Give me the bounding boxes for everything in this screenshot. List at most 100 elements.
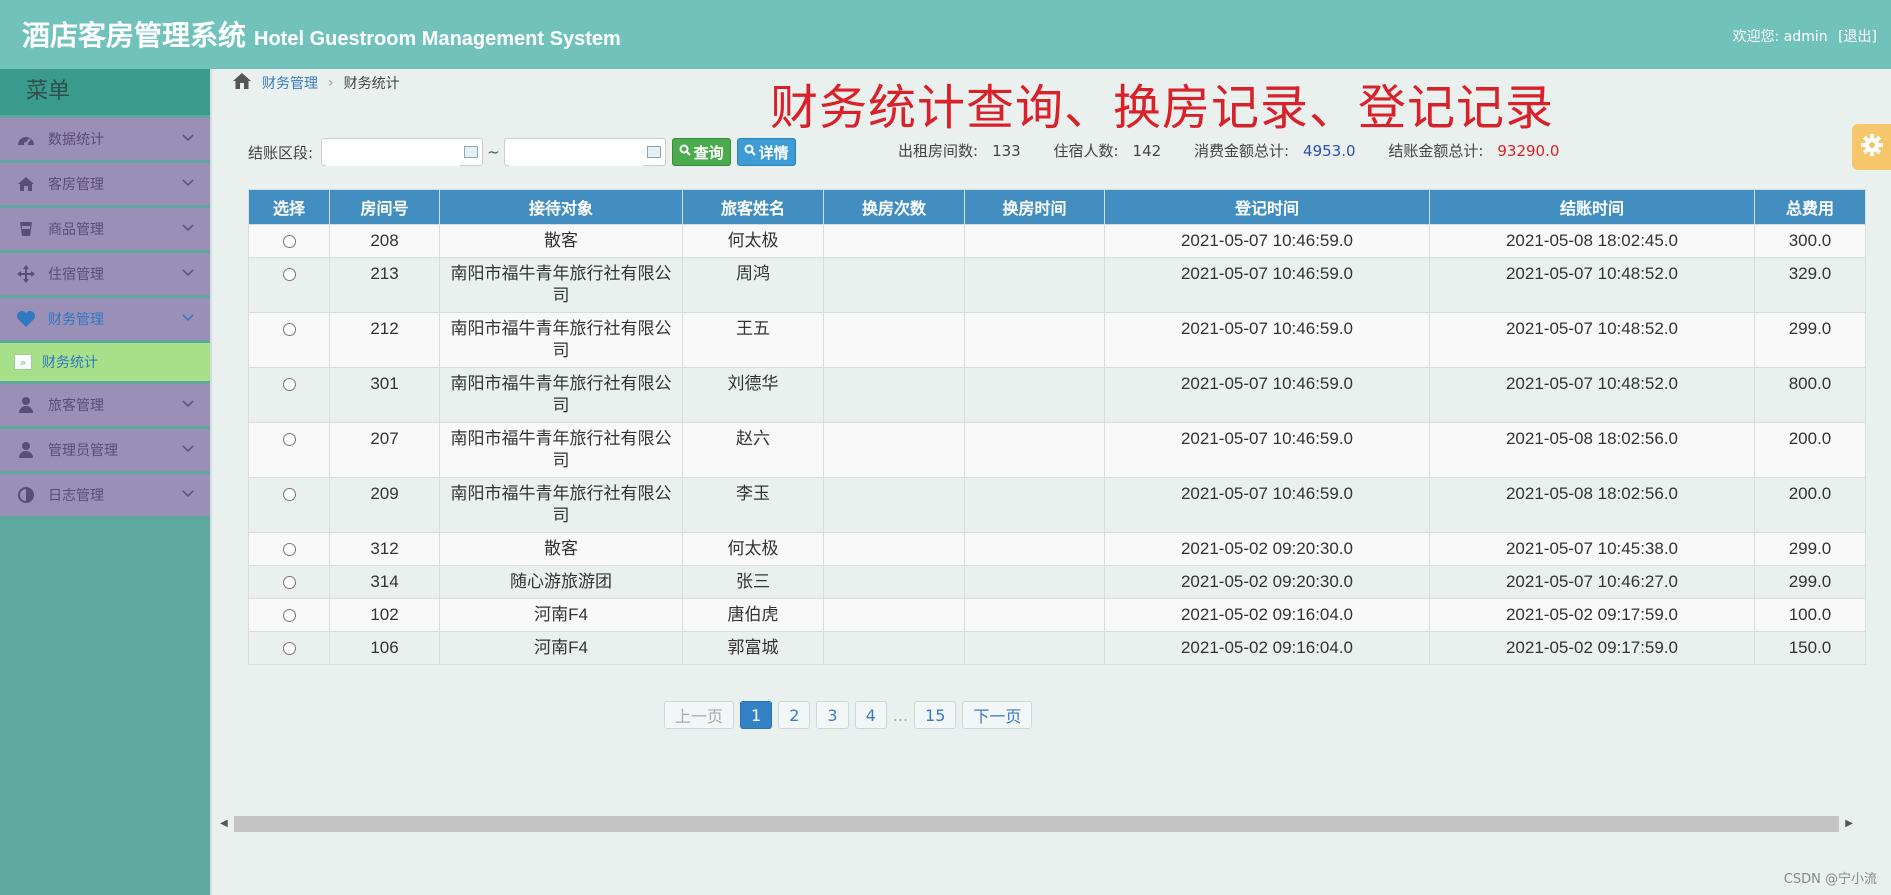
checkin-cell: 2021-05-07 10:46:59.0 [1104,224,1430,258]
row-radio[interactable] [282,378,296,391]
table-row[interactable]: 213 南阳市福牛青年旅行社有限公司 周鸿 2021-05-07 10:46:5… [248,257,1866,313]
move-icon [14,264,38,284]
scroll-right-arrow-icon[interactable]: ▶ [1845,818,1853,829]
name-cell: 唐伯虎 [682,598,824,632]
room-cell: 301 [329,367,440,423]
chevron-down-icon [182,486,194,502]
table-row[interactable]: 102 河南F4 唐伯虎 2021-05-02 09:16:04.0 2021-… [248,598,1866,632]
start-date-input[interactable] [326,140,461,166]
select-cell [248,257,330,313]
sidebar-item-guests[interactable]: 旅客管理 [0,384,210,426]
breadcrumb-parent[interactable]: 财务管理 [262,73,318,93]
next-page-button[interactable]: 下一页 [962,701,1033,729]
page-button-3[interactable]: 3 [816,701,849,729]
table-row[interactable]: 208 散客 何太极 2021-05-07 10:46:59.0 2021-05… [248,224,1866,258]
select-cell [248,598,330,632]
row-radio[interactable] [282,433,296,446]
sidebar-item-lodging[interactable]: 住宿管理 [0,253,210,295]
row-radio[interactable] [282,609,296,622]
swap-time-cell [964,477,1105,533]
consume-value: 4953.0 [1303,142,1356,160]
end-date-input[interactable] [508,140,643,166]
double-chevron-right-icon: » [14,354,32,370]
zoom-icon [744,144,756,160]
sidebar-item-admins[interactable]: 管理员管理 [0,429,210,471]
page-button-2[interactable]: 2 [778,701,811,729]
pagination: 上一页 1 2 3 4 ... 15 下一页 [664,701,1033,729]
target-cell: 散客 [439,532,683,566]
row-radio[interactable] [282,543,296,556]
select-cell [248,477,330,533]
start-date-field[interactable] [321,138,484,166]
row-radio[interactable] [282,235,296,248]
page-button-4[interactable]: 4 [854,701,887,729]
search-button-label: 查询 [693,143,724,162]
name-cell: 赵六 [682,422,824,478]
checkin-cell: 2021-05-07 10:46:59.0 [1104,257,1430,313]
page-button-last[interactable]: 15 [914,701,957,729]
sidebar-item-finance[interactable]: 财务管理 [0,298,210,340]
calendar-icon[interactable] [464,146,479,158]
checkin-cell: 2021-05-02 09:16:04.0 [1104,598,1430,632]
sidebar-subitem-finance-stats[interactable]: » 财务统计 [0,343,210,381]
detail-button[interactable]: 详情 [736,138,796,166]
sidebar-item-label: 住宿管理 [48,267,104,283]
total-cell: 800.0 [1754,367,1866,423]
guests-stat: 住宿人数: 142 [1053,142,1175,160]
sidebar-item-goods[interactable]: 商品管理 [0,208,210,250]
settle-value: 93290.0 [1497,142,1560,160]
swaps-cell [823,224,965,258]
row-radio[interactable] [282,642,296,655]
end-date-field[interactable] [503,138,666,166]
sidebar-item-data-stats[interactable]: 数据统计 [0,118,210,160]
search-icon [679,144,691,160]
table-row[interactable]: 314 随心游旅游团 张三 2021-05-02 09:20:30.0 2021… [248,565,1866,599]
name-cell: 周鸿 [682,257,824,313]
total-cell: 100.0 [1754,598,1866,632]
app-title-cn: 酒店客房管理系统 [22,19,247,52]
logout-link[interactable]: [退出] [1838,29,1877,45]
row-radio[interactable] [282,323,296,336]
table-row[interactable]: 312 散客 何太极 2021-05-02 09:20:30.0 2021-05… [248,532,1866,566]
overlay-title: 财务统计查询、换房记录、登记记录 [770,80,1555,136]
row-radio[interactable] [282,576,296,589]
pagination-ellipsis: ... [892,705,909,725]
name-cell: 王五 [682,312,824,368]
calendar-icon[interactable] [646,146,661,158]
row-radio[interactable] [282,488,296,501]
page-button-1[interactable]: 1 [740,701,773,729]
sidebar-item-label: 管理员管理 [48,443,118,459]
search-button[interactable]: 查询 [671,138,731,166]
horizontal-scrollbar[interactable]: ◀ ▶ [218,815,1855,833]
home-icon[interactable] [232,72,252,94]
select-cell [248,422,330,478]
table-row[interactable]: 301 南阳市福牛青年旅行社有限公司 刘德华 2021-05-07 10:46:… [248,367,1866,423]
settings-tab[interactable] [1852,124,1891,170]
target-cell: 散客 [439,224,683,258]
column-header-checkin: 登记时间 [1104,189,1430,225]
table-row[interactable]: 207 南阳市福牛青年旅行社有限公司 赵六 2021-05-07 10:46:5… [248,422,1866,478]
detail-button-label: 详情 [758,143,789,162]
room-cell: 312 [329,532,440,566]
table-row[interactable]: 106 河南F4 郭富城 2021-05-02 09:16:04.0 2021-… [248,631,1866,665]
scroll-left-arrow-icon[interactable]: ◀ [220,818,228,829]
stats-summary: 出租房间数: 133 住宿人数: 142 消费金额总计: 4953.0 结账金额总计:… [898,140,1587,161]
scrollbar-thumb[interactable] [234,816,1839,832]
rooms-stat: 出租房间数: 133 [898,142,1035,160]
column-header-select: 选择 [248,189,330,225]
sidebar-item-logs[interactable]: 日志管理 [0,474,210,516]
name-cell: 李玉 [682,477,824,533]
table-row[interactable]: 212 南阳市福牛青年旅行社有限公司 王五 2021-05-07 10:46:5… [248,312,1866,368]
target-cell: 随心游旅游团 [439,565,683,599]
total-cell: 200.0 [1754,422,1866,478]
table-row[interactable]: 209 南阳市福牛青年旅行社有限公司 李玉 2021-05-07 10:46:5… [248,477,1866,533]
prev-page-button[interactable]: 上一页 [664,701,735,729]
total-cell: 299.0 [1754,532,1866,566]
rooms-value: 133 [992,142,1021,160]
row-radio[interactable] [282,268,296,281]
user-info: 欢迎您: admin [退出] [1733,26,1877,46]
home-icon [14,174,38,194]
sidebar-item-rooms[interactable]: 客房管理 [0,163,210,205]
column-header-swaps: 换房次数 [823,189,965,225]
chevron-down-icon [182,265,194,281]
